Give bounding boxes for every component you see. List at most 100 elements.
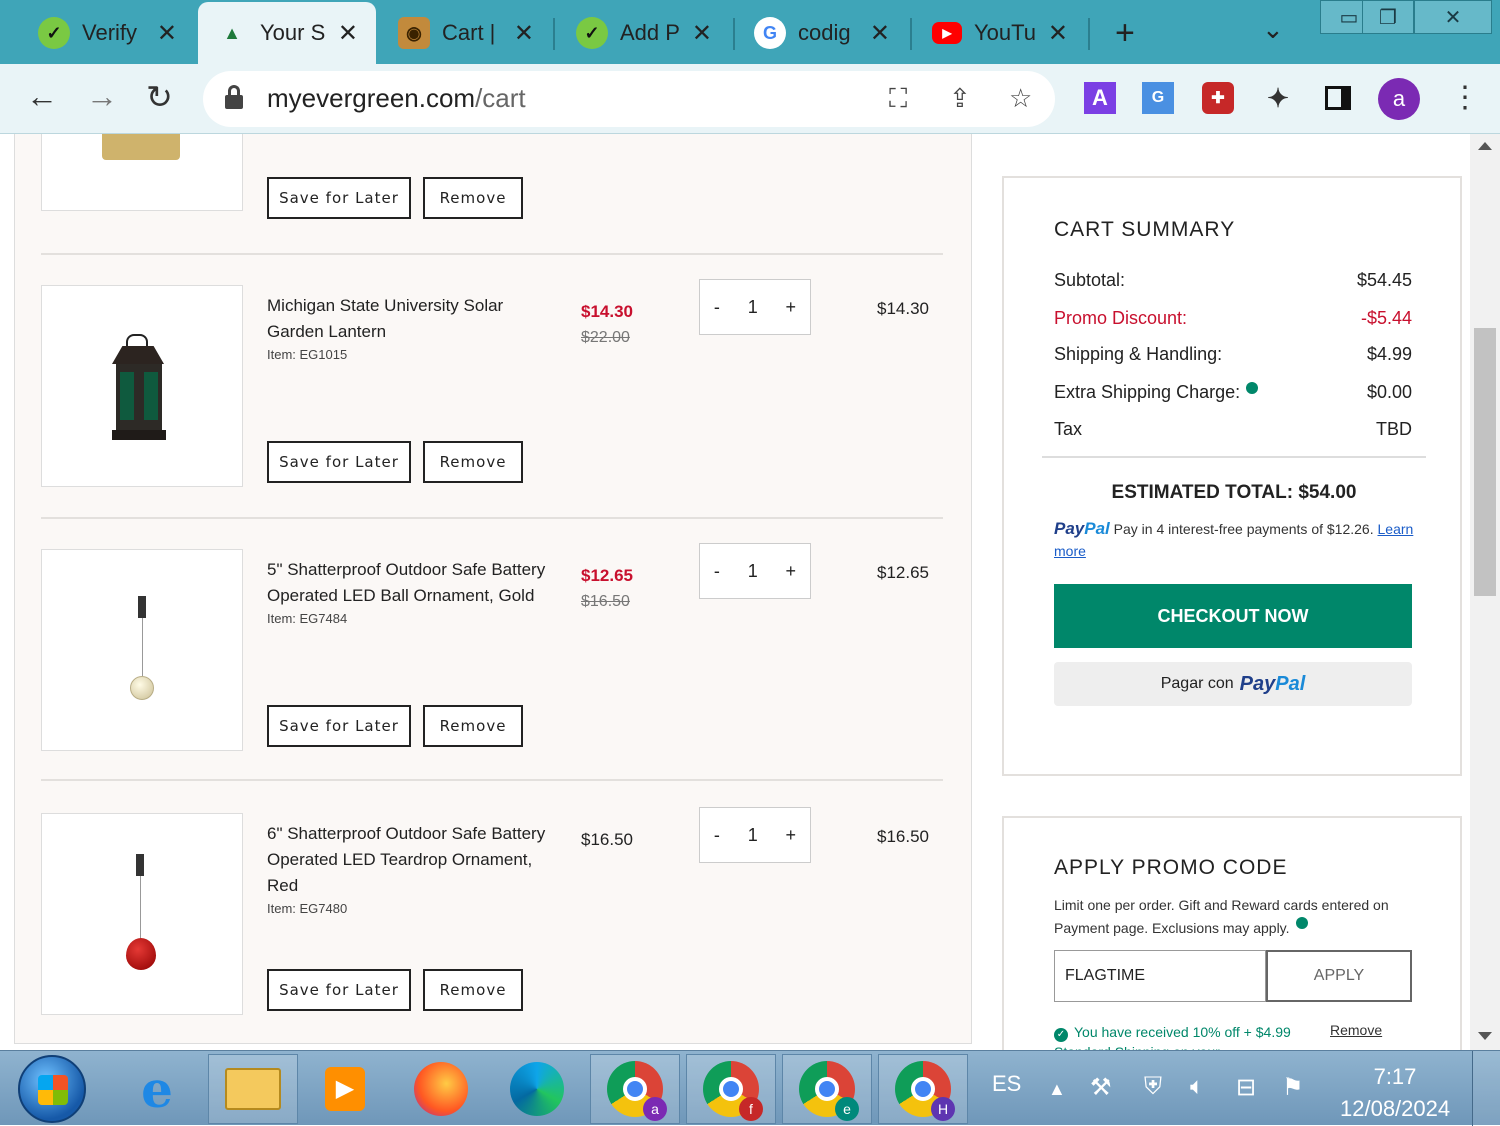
tab-search-chevron-icon[interactable]: ⌄	[1262, 14, 1284, 45]
scroll-up-arrow-icon[interactable]	[1478, 142, 1492, 150]
product-name[interactable]: Michigan State University Solar Garden L…	[267, 293, 547, 365]
edge-icon[interactable]	[492, 1054, 582, 1124]
tray-expand-icon[interactable]: ▲	[1048, 1079, 1066, 1100]
close-tab-icon[interactable]: ✕	[157, 19, 177, 48]
qty-minus-button[interactable]: -	[714, 297, 720, 318]
url-text[interactable]: myevergreen.com/cart	[267, 83, 526, 114]
forward-arrow-icon[interactable]: →	[86, 78, 118, 115]
show-desktop-button[interactable]	[1472, 1051, 1500, 1126]
tools-tray-icon[interactable]: ⚒	[1090, 1073, 1112, 1102]
close-tab-icon[interactable]: ✕	[514, 19, 534, 48]
item-number: Item: EG7484	[267, 611, 348, 626]
side-panel-icon[interactable]	[1322, 82, 1354, 114]
file-explorer-icon[interactable]	[208, 1054, 298, 1124]
quantity-stepper: - 1 +	[699, 543, 811, 599]
pagar-con-paypal-button[interactable]: Pagar con PayPal	[1054, 662, 1412, 706]
info-icon[interactable]	[1295, 917, 1308, 929]
tab-verify[interactable]: ✓ Verify ✕	[20, 8, 195, 58]
apply-promo-button[interactable]: APPLY	[1266, 950, 1412, 1002]
chrome-profile-f-icon[interactable]: f	[686, 1054, 776, 1124]
security-tray-icon[interactable]: ⛨	[1144, 1073, 1162, 1101]
quantity-stepper: - 1 +	[699, 279, 811, 335]
promo-code-input[interactable]	[1054, 950, 1266, 1002]
line-total: $12.65	[877, 563, 929, 582]
system-clock[interactable]: 7:17 12/08/2024	[1340, 1061, 1450, 1125]
bookmark-star-icon[interactable]: ☆	[1009, 83, 1032, 114]
flag-extension-icon[interactable]: ✚	[1202, 82, 1234, 114]
paypal-logo: PayPal	[1054, 519, 1110, 538]
qty-value[interactable]: 1	[748, 561, 758, 582]
puzzle-extensions-icon[interactable]: ✦	[1262, 82, 1294, 114]
qty-plus-button[interactable]: +	[786, 825, 797, 846]
restore-button[interactable]: ❐	[1362, 0, 1414, 34]
extension-a-icon[interactable]: A	[1084, 82, 1116, 114]
qty-minus-button[interactable]: -	[714, 561, 720, 582]
qty-value[interactable]: 1	[748, 825, 758, 846]
firefox-icon[interactable]	[396, 1054, 486, 1124]
scroll-thumb[interactable]	[1474, 328, 1496, 596]
chrome-profile-a-icon[interactable]: a	[590, 1054, 680, 1124]
network-icon[interactable]: ⊟	[1236, 1073, 1256, 1102]
remove-button[interactable]: Remove	[423, 177, 523, 219]
product-name[interactable]: 5" Shatterproof Outdoor Safe Battery Ope…	[267, 557, 547, 629]
promo-note: Limit one per order. Gift and Reward car…	[1054, 897, 1389, 936]
save-for-later-button[interactable]: Save for Later	[267, 969, 411, 1011]
checkout-now-button[interactable]: CHECKOUT NOW	[1054, 584, 1412, 648]
remove-button[interactable]: Remove	[423, 705, 523, 747]
qty-minus-button[interactable]: -	[714, 825, 720, 846]
info-icon[interactable]	[1246, 382, 1259, 394]
sale-price: $12.65	[581, 566, 633, 585]
remove-promo-link[interactable]: Remove	[1330, 1022, 1382, 1038]
lock-icon[interactable]	[225, 85, 243, 109]
language-indicator[interactable]: ES	[992, 1071, 1021, 1097]
close-tab-icon[interactable]: ✕	[338, 19, 358, 48]
estimated-total: ESTIMATED TOTAL: $54.00	[1111, 482, 1357, 503]
tab-youtube[interactable]: ▶ YouTu ✕	[914, 8, 1086, 58]
product-thumbnail[interactable]	[41, 285, 243, 487]
start-button[interactable]	[18, 1055, 86, 1123]
tab-add-p[interactable]: ✓ Add P ✕	[558, 8, 730, 58]
tab-your-s[interactable]: ▲ Your S ✕	[198, 2, 376, 64]
save-for-later-button[interactable]: Save for Later	[267, 177, 411, 219]
item-number: Item: EG1015	[267, 347, 348, 362]
action-center-icon[interactable]: ⚑	[1282, 1073, 1304, 1102]
back-arrow-icon[interactable]: ←	[26, 78, 58, 115]
tab-cart[interactable]: ◉ Cart | ✕	[380, 8, 552, 58]
scroll-down-arrow-icon[interactable]	[1478, 1032, 1492, 1040]
save-for-later-button[interactable]: Save for Later	[267, 705, 411, 747]
product-thumbnail[interactable]	[41, 813, 243, 1015]
chrome-profile-h-icon[interactable]: H	[878, 1054, 968, 1124]
tab-codig[interactable]: G codig ✕	[736, 8, 908, 58]
product-thumbnail[interactable]	[41, 549, 243, 751]
chrome-profile-e-icon[interactable]: e	[782, 1054, 872, 1124]
close-window-button[interactable]: ✕	[1414, 0, 1492, 34]
windows-logo-icon	[38, 1075, 68, 1105]
product-name[interactable]: 6" Shatterproof Outdoor Safe Battery Ope…	[267, 821, 547, 919]
google-translate-icon[interactable]: G	[1142, 82, 1174, 114]
translate-icon[interactable]: ⛶	[889, 83, 907, 115]
share-icon[interactable]: ⇪	[949, 83, 971, 114]
profile-avatar[interactable]: a	[1378, 78, 1420, 120]
new-tab-button[interactable]: +	[1115, 14, 1135, 53]
qty-value[interactable]: 1	[748, 297, 758, 318]
volume-icon[interactable]: 🔈︎	[1190, 1073, 1204, 1101]
close-tab-icon[interactable]: ✕	[692, 19, 712, 48]
remove-button[interactable]: Remove	[423, 969, 523, 1011]
close-tab-icon[interactable]: ✕	[870, 19, 890, 48]
promo-success-message: ✓You have received 10% off + $4.99 Stand…	[1054, 1022, 1314, 1050]
address-bar[interactable]: myevergreen.com/cart ⛶ ⇪ ☆	[203, 71, 1055, 127]
save-for-later-button[interactable]: Save for Later	[267, 441, 411, 483]
media-player-icon[interactable]: ▶	[300, 1054, 390, 1124]
qty-plus-button[interactable]: +	[786, 297, 797, 318]
product-thumbnail-partial[interactable]	[41, 134, 243, 211]
reload-icon[interactable]: ↻	[146, 78, 173, 116]
close-tab-icon[interactable]: ✕	[1048, 19, 1068, 48]
remove-button[interactable]: Remove	[423, 441, 523, 483]
internet-explorer-icon[interactable]: e	[112, 1054, 202, 1124]
gold-ornament-image	[130, 676, 154, 700]
cart-item: 6" Shatterproof Outdoor Safe Battery Ope…	[41, 807, 943, 1050]
menu-kebab-icon[interactable]: ⋮	[1450, 80, 1480, 115]
page-scrollbar[interactable]	[1470, 134, 1500, 1050]
cart-page: Save for Later Remove Michigan State Uni…	[0, 134, 1470, 1050]
qty-plus-button[interactable]: +	[786, 561, 797, 582]
